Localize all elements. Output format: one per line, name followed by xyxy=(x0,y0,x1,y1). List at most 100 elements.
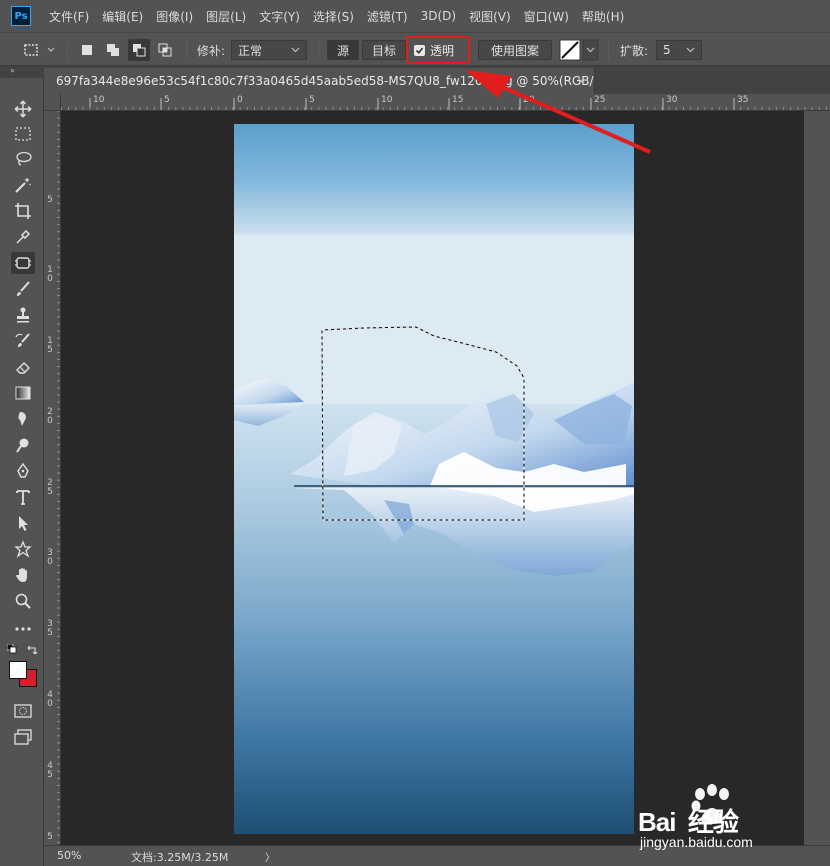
type-tool[interactable] xyxy=(11,486,35,508)
swap-colors-icon[interactable] xyxy=(26,644,38,656)
subtract-selection-button[interactable] xyxy=(128,39,150,61)
patch-preset-icon xyxy=(24,44,55,56)
menu-select[interactable]: 选择(S) xyxy=(313,8,354,25)
ruler-label: 25 xyxy=(594,95,606,105)
menu-filter[interactable]: 滤镜(T) xyxy=(367,8,408,25)
target-button[interactable]: 目标 xyxy=(362,40,407,60)
foreground-color-swatch[interactable] xyxy=(9,661,27,679)
screen-mode-button[interactable] xyxy=(11,726,35,748)
patch-mode-select[interactable]: 正常 xyxy=(231,40,308,60)
ruler-label: 10 xyxy=(93,95,105,105)
move-tool[interactable] xyxy=(11,98,35,120)
menu-window[interactable]: 窗口(W) xyxy=(524,8,569,25)
pen-tool[interactable] xyxy=(11,460,35,482)
intersect-selection-button[interactable] xyxy=(154,39,176,61)
source-button[interactable]: 源 xyxy=(327,40,360,60)
edit-toolbar-button[interactable] xyxy=(11,618,35,640)
ruler-label: 4 5 xyxy=(47,761,53,780)
magic-wand-tool[interactable] xyxy=(11,174,35,196)
tools-panel xyxy=(0,78,44,866)
crop-tool[interactable] xyxy=(11,200,35,222)
ruler-label: 5 xyxy=(47,195,53,205)
photoshop-logo-icon: Ps xyxy=(11,6,31,26)
add-selection-icon xyxy=(107,44,119,56)
marquee-icon xyxy=(15,127,31,141)
history-brush-tool[interactable] xyxy=(11,330,35,352)
new-selection-button[interactable] xyxy=(76,39,98,61)
menu-file[interactable]: 文件(F) xyxy=(49,8,89,25)
ruler-label: 3 0 xyxy=(47,548,53,567)
document-tab[interactable]: 697fa344e8e96e53c54f1c80c7f33a0465d45aab… xyxy=(44,68,595,94)
more-icon xyxy=(15,627,31,631)
path-selection-tool[interactable] xyxy=(11,512,35,534)
ruler-label: 3 5 xyxy=(47,619,53,638)
watermark-url: jingyan.baidu.com xyxy=(640,834,753,850)
smudge-icon xyxy=(18,412,26,426)
vertical-ruler[interactable]: 5 1 0 1 5 2 0 2 5 3 0 3 5 4 0 4 5 5 xyxy=(44,111,61,845)
shape-tool[interactable] xyxy=(11,538,35,560)
pen-icon xyxy=(17,462,29,478)
tool-preset-picker[interactable] xyxy=(22,33,56,67)
ruler-label: 1 5 xyxy=(47,336,53,355)
transparent-checkbox[interactable]: 透明 xyxy=(406,36,470,64)
menu-bar: Ps 文件(F) 编辑(E) 图像(I) 图层(L) 文字(Y) 选择(S) 滤… xyxy=(0,0,830,32)
document-tab-strip: 697fa344e8e96e53c54f1c80c7f33a0465d45aab… xyxy=(44,66,830,94)
zoom-icon xyxy=(15,593,31,609)
vertical-scrollbar[interactable] xyxy=(804,111,830,845)
diffusion-value: 5 xyxy=(663,43,671,57)
default-colors-icon[interactable] xyxy=(7,644,17,654)
quick-mask-button[interactable] xyxy=(11,700,35,722)
canvas-area[interactable] xyxy=(61,111,804,845)
checkbox-checked-icon xyxy=(414,44,425,56)
transparent-label: 透明 xyxy=(430,43,455,58)
add-selection-button[interactable] xyxy=(102,39,124,61)
chevron-down-icon xyxy=(291,47,300,53)
ruler-ticks xyxy=(61,98,827,110)
pattern-picker[interactable] xyxy=(559,33,601,67)
smudge-tool[interactable] xyxy=(11,408,35,430)
document-tab-title: 697fa344e8e96e53c54f1c80c7f33a0465d45aab… xyxy=(56,74,595,88)
menu-view[interactable]: 视图(V) xyxy=(469,8,511,25)
use-pattern-button[interactable]: 使用图案 xyxy=(478,40,553,60)
path-select-icon xyxy=(19,516,28,531)
menu-image[interactable]: 图像(I) xyxy=(156,8,193,25)
shape-icon xyxy=(14,540,32,558)
zoom-level[interactable]: 50% xyxy=(57,849,81,862)
document-size-info: 文档:3.25M/3.25M xyxy=(131,851,229,864)
diffusion-label: 扩散: xyxy=(620,43,649,58)
diffusion-select[interactable]: 5 xyxy=(656,40,703,60)
ruler-label: 5 xyxy=(47,832,53,842)
hand-tool[interactable] xyxy=(11,564,35,586)
stamp-icon xyxy=(17,307,29,323)
eraser-tool[interactable] xyxy=(11,356,35,378)
ruler-label: 5 xyxy=(164,95,170,105)
zoom-tool[interactable] xyxy=(11,590,35,612)
menu-3d[interactable]: 3D(D) xyxy=(421,9,456,23)
eraser-icon xyxy=(16,362,30,374)
close-icon[interactable]: × xyxy=(576,74,586,88)
new-selection-icon xyxy=(82,45,92,55)
document-image[interactable] xyxy=(234,124,634,834)
patch-tool[interactable] xyxy=(11,252,35,274)
clone-stamp-tool[interactable] xyxy=(11,304,35,326)
ruler-label: 30 xyxy=(666,95,678,105)
lasso-tool[interactable] xyxy=(11,148,35,170)
menu-layer[interactable]: 图层(L) xyxy=(206,8,246,25)
horizontal-ruler[interactable]: 10 5 0 5 10 15 20 25 30 35 xyxy=(61,94,830,111)
eyedropper-tool[interactable] xyxy=(11,226,35,248)
marquee-tool[interactable] xyxy=(11,123,35,145)
menu-type[interactable]: 文字(Y) xyxy=(259,8,300,25)
menu-help[interactable]: 帮助(H) xyxy=(582,8,624,25)
gradient-icon xyxy=(15,386,31,400)
gradient-tool[interactable] xyxy=(11,382,35,404)
patch-label: 修补: xyxy=(197,43,226,58)
ruler-origin[interactable] xyxy=(44,94,61,111)
brush-tool[interactable] xyxy=(11,278,35,300)
status-menu-arrow-icon[interactable]: 〉 xyxy=(265,849,275,864)
ruler-label: 5 xyxy=(309,95,315,105)
menu-edit[interactable]: 编辑(E) xyxy=(102,8,143,25)
toolbar-collapse-handle[interactable]: » xyxy=(0,66,44,78)
ruler-label: 4 0 xyxy=(47,690,53,709)
dodge-tool[interactable] xyxy=(11,434,35,456)
move-icon xyxy=(14,100,32,118)
